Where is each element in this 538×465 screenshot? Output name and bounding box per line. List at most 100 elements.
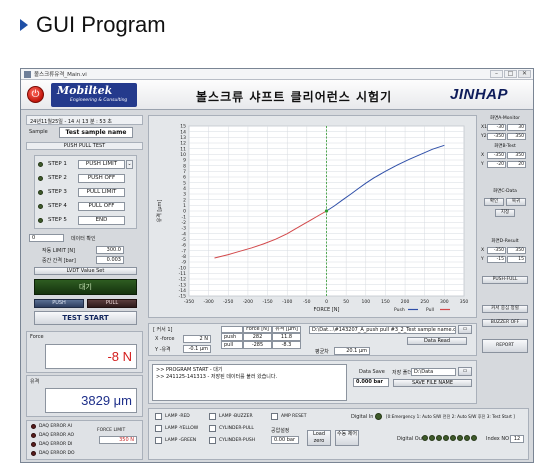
range-row: Y -20 20 [481,161,527,168]
pressure-input[interactable]: 0.00 bar [271,436,299,444]
close-button[interactable]: ✕ [518,70,531,78]
force-limit-input[interactable]: 350 N [99,436,137,444]
restore-button[interactable]: 복귀 [506,198,526,206]
min-input[interactable]: -20 [487,161,506,168]
section-title: 화면C-Data [493,189,517,194]
load-zero-button[interactable]: Load zero [307,430,331,446]
checkbox-icon [209,413,216,420]
min-input[interactable]: -350 [487,152,506,159]
log-line: >> PROGRAM START - 대기 [156,367,223,373]
min-input[interactable]: -30 [487,124,506,131]
max-input[interactable]: 350 [507,247,526,254]
index-input[interactable]: 12 [510,435,524,443]
lvdt-set-button[interactable]: LVDT Value Set [34,267,137,275]
checkbox-icon [155,425,162,432]
x-tick-label: -200 [243,299,253,305]
confirm-button[interactable]: 확인 [484,198,504,206]
step-select[interactable]: END [78,215,125,225]
digital-in-legend: [0:Emergency 1: Auto S/W 전진 2: Auto S/W … [386,414,515,419]
log-line: >> 241125-141313 - 저장된 데이터를 불러 왔습니다. [156,374,278,380]
step-select[interactable]: PULL LIMIT [78,187,125,197]
brand-banner: ⏻ Mobiltek Engineering & Consulting 볼스크류… [21,80,533,110]
manual-control-button[interactable]: 수동 제어 [335,430,359,446]
clearance-display: 유격 3829 μm [26,375,143,417]
data-read-button[interactable]: Data Read [407,337,467,345]
result-d-section: 화면D-Result X -350 350 Y -15 15 [480,238,530,263]
max-input[interactable]: 20 [507,161,526,168]
amp-reset-checkbox[interactable]: AMP RESET [271,413,307,420]
daq-status-box: DAQ ERROR AI DAQ ERROR AO DAQ ERROR DI D… [26,420,143,460]
x-tick-label: 300 [440,299,449,305]
clearance-value: 3829 μm [45,388,137,413]
x-tick-label: 50 [343,299,349,305]
ygap-value[interactable]: -0.1 μm [183,345,211,353]
buzzer-off-button[interactable]: BUZZER OFF [482,319,528,327]
lamp-label: LAMP -BUZZER [219,414,253,419]
lamp-red-checkbox[interactable]: LAMP -RED [155,413,190,420]
cursor-panel: [ 커서 1] X -force 2 N Y -유격 -0.1 μm Force… [148,323,477,356]
min-input[interactable]: -350 [487,247,506,254]
max-input[interactable]: 350 [507,133,526,140]
cursor-center-button[interactable]: 커서 중심 정렬 [482,305,528,313]
range-row: Y -15 15 [481,256,527,263]
power-button[interactable]: ⏻ [27,86,44,103]
report-button[interactable]: REPORT [482,339,528,353]
cylinder-push-checkbox[interactable]: CYLINDER-PUSH [209,437,255,444]
step-select[interactable]: PULL OFF [78,201,125,211]
lamp-green-checkbox[interactable]: LAMP -GREEN [155,437,196,444]
min-input[interactable]: -15 [487,256,506,263]
zero-field[interactable]: 0 [29,234,64,242]
minimize-button[interactable]: – [490,70,503,78]
push-full-select[interactable]: PUSH-FULL [482,276,528,284]
step-select[interactable]: PUSH LIMIT [78,159,125,169]
min-input[interactable]: -350 [487,133,506,140]
max-input[interactable]: 350 [507,152,526,159]
sample-name-field[interactable]: Test sample name [59,127,133,138]
table-cell: 11.8 [272,333,301,341]
step-led-icon [38,161,43,167]
gap-input[interactable]: 0.003 [96,256,124,264]
max-input[interactable]: 30 [507,124,526,131]
step-name: STEP 3 [48,189,67,195]
y-tick-label: -7 [182,248,187,254]
chevron-down-icon[interactable]: ⌄ [126,159,133,169]
assign-button[interactable]: 지정 [495,209,515,217]
lamp-yellow-checkbox[interactable]: LAMP -YELLOW [155,425,198,432]
limit-input[interactable]: 300.0 [96,246,124,254]
data-save-label: Data Save [359,369,385,375]
table-cell: -285 [243,341,272,349]
step-select[interactable]: PUSH OFF [78,173,125,183]
y-tick-label: 5 [183,180,186,186]
x-tick-label: -100 [282,299,292,305]
digital-in-led-icon [375,413,382,420]
cylinder-pull-checkbox[interactable]: CYLINDER-PULL [209,425,254,432]
bullet-triangle-icon [20,19,28,31]
maximize-button[interactable]: □ [504,70,517,78]
step-name: STEP 2 [48,175,67,181]
lamp-buzzer-checkbox[interactable]: LAMP -BUZZER [209,413,253,420]
xforce-value[interactable]: 2 N [183,335,211,343]
test-start-button[interactable]: TEST START [34,311,137,325]
folder-icon[interactable]: ▭ [458,367,472,376]
y-tick-label: -10 [179,265,186,271]
y-tick-label: 1 [183,203,186,209]
test-mode-select[interactable]: PUSH PULL TEST [26,142,143,150]
data-check-label: 데이터 확인 [71,236,96,242]
y-tick-label: -1 [182,214,187,220]
save-file-name-button[interactable]: SAVE FILE NAME [393,379,472,387]
range-row: X -350 350 [481,247,527,254]
save-path-field[interactable]: D:\Data [411,368,456,376]
folder-icon[interactable]: ▭ [458,325,472,334]
x-tick-label: 100 [361,299,370,305]
table-cell: 유격 [μm] [272,326,301,333]
push-button[interactable]: PUSH [34,299,84,308]
force-value: -8 N [45,344,137,369]
pull-button[interactable]: PULL [87,299,137,308]
y-tick-label: 15 [180,124,186,130]
legend-label: Pull [426,307,434,313]
range-row: Y2 -350 350 [481,133,527,140]
section-title: 화면D-Result [491,239,519,244]
table-cell: 282 [243,333,272,341]
max-input[interactable]: 15 [507,256,526,263]
file-path-field[interactable]: D:\Dat...\#143207_A_push pull #3_2_Test … [309,326,456,334]
